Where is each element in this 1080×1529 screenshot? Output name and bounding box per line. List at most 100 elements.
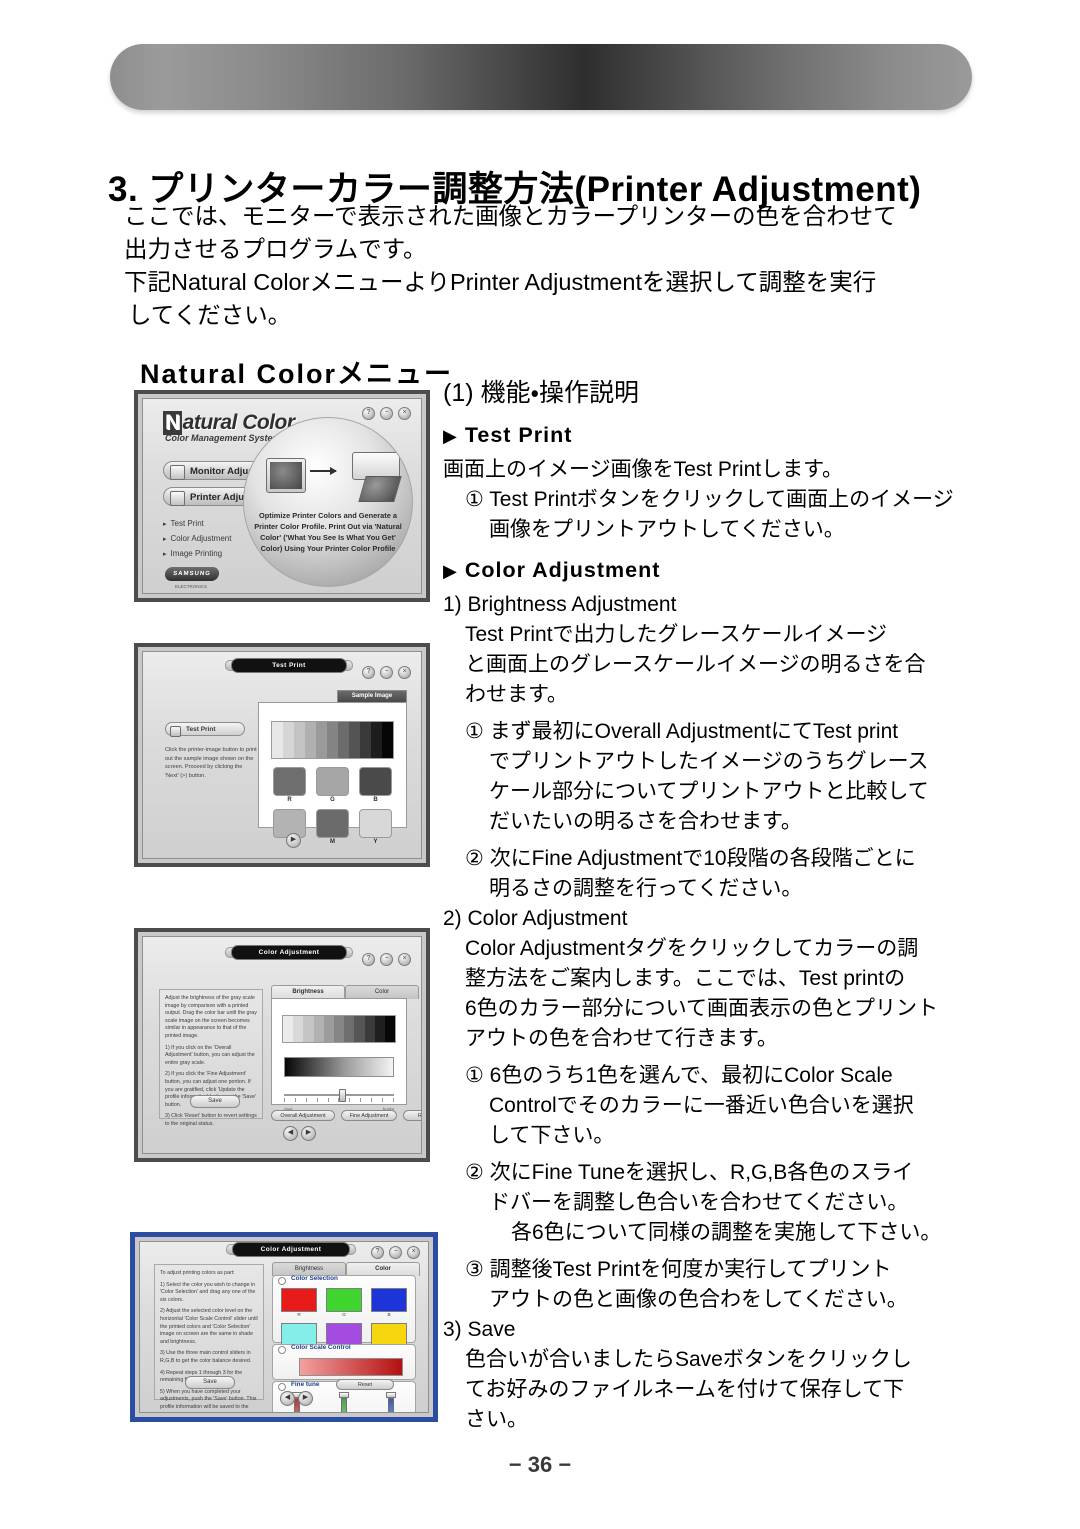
next-button[interactable]: ▶	[301, 1126, 316, 1141]
fine-adjustment-button[interactable]: Fine Adjustment	[341, 1110, 397, 1121]
swatch-b[interactable]: B	[371, 1288, 407, 1317]
color-swatch-grid[interactable]: R G B C M	[281, 1288, 407, 1352]
tab-color[interactable]: Color	[345, 985, 419, 999]
close-icon[interactable]: ×	[398, 407, 411, 420]
brand-sublabel: ELECTRONICS	[175, 584, 208, 589]
intro-line-4: してください。	[128, 302, 292, 328]
help-icon[interactable]: ?	[362, 666, 375, 679]
patch-g: G	[316, 767, 349, 803]
instruction-paragraph: To adjust printing colors as part:	[160, 1270, 235, 1276]
fine-tune-b[interactable]: B	[386, 1392, 397, 1412]
color-scale-gradient[interactable]	[299, 1358, 403, 1376]
minimize-icon[interactable]: −	[380, 953, 393, 966]
logo-word: atural Color	[182, 411, 295, 434]
brightness-line: Test Printで出力したグレースケールイメージ	[465, 623, 888, 646]
figure-test-print: Test Print ? − × Test Print Click the pr…	[134, 643, 430, 867]
brightness-line: わせます。	[465, 683, 568, 706]
figure-color-adjustment-brightness: Color Adjustment ? − × Adjust the bright…	[134, 928, 430, 1162]
close-icon[interactable]: ×	[407, 1246, 420, 1259]
triangle-icon: ▶	[443, 426, 458, 446]
triangle-icon: ▶	[443, 561, 458, 581]
minimize-icon[interactable]: −	[380, 407, 393, 420]
tab-color[interactable]: Color	[346, 1262, 420, 1276]
functions-subtitle: (1) 機能・操作説明	[443, 379, 640, 407]
brightness-heading: 1) Brightness Adjustment	[443, 593, 677, 616]
patch-b: B	[359, 767, 392, 803]
group-radio-icon[interactable]	[278, 1346, 286, 1354]
brightness-step1-line: だいたいの明るさを合わせます。	[489, 810, 802, 833]
help-icon[interactable]: ?	[362, 953, 375, 966]
bullet-color-adjustment: ▶ Color Adjustment	[443, 555, 1003, 586]
swatch-g[interactable]: G	[326, 1288, 362, 1317]
patch-label: B	[373, 797, 378, 803]
color-selection-title: Color Selection	[291, 1275, 338, 1282]
intro-paragraph: ここでは、モニターで表示された画像とカラープリンターの色を合わせて 出力させるプ…	[124, 200, 1004, 332]
tab-bar[interactable]: Brightness Color	[272, 1262, 420, 1276]
swatch-r[interactable]: R	[281, 1288, 317, 1317]
bullet-color-adjustment-label: Color Adjustment	[464, 558, 661, 582]
fine-tune-g[interactable]: G	[338, 1392, 349, 1412]
brightness-button-row[interactable]: Overall Adjustment Fine Adjustment Reset	[271, 1110, 421, 1121]
help-icon[interactable]: ?	[362, 407, 375, 420]
reset-button[interactable]: Reset	[403, 1110, 421, 1121]
menu-item-image-printing[interactable]: Image Printing	[163, 547, 231, 562]
tab-bar[interactable]: Brightness Color	[271, 985, 419, 999]
close-icon[interactable]: ×	[398, 953, 411, 966]
tab-brightness[interactable]: Brightness	[272, 1262, 346, 1276]
color-step2-line: ② 次にFine Tuneを選択し、R,G,B各色のスライ	[465, 1161, 914, 1184]
window-controls[interactable]: ? − ×	[362, 666, 411, 679]
patch-label: R	[287, 797, 292, 803]
color-adjustment-brightness-window: Color Adjustment ? − × Adjust the bright…	[142, 936, 422, 1154]
close-icon[interactable]: ×	[398, 666, 411, 679]
patch-m: M	[316, 809, 349, 845]
window-controls[interactable]: ? − ×	[362, 407, 411, 420]
color-adjustment-color-window: Color Adjustment ? − × To adjust printin…	[139, 1241, 429, 1413]
sample-image-panel: R G B C M	[258, 702, 407, 845]
minimize-icon[interactable]: −	[380, 666, 393, 679]
menu-item-test-print[interactable]: Test Print	[163, 517, 231, 532]
arrow-icon	[310, 467, 337, 475]
previous-button[interactable]: ◀	[283, 1126, 298, 1141]
next-button[interactable]: ▶	[286, 833, 301, 848]
minimize-icon[interactable]: −	[389, 1246, 402, 1259]
instruction-paragraph: 3) Click 'Reset' button to revert settin…	[165, 1113, 257, 1127]
swatch-label: G	[342, 1312, 346, 1317]
previous-button[interactable]: ◀	[280, 1391, 295, 1406]
intro-line-2: 出力させるプログラムです。	[124, 236, 427, 262]
instruction-paragraph: 1) Select the color you wish to change i…	[160, 1281, 256, 1303]
color-scale-control-title: Color Scale Control	[291, 1344, 351, 1351]
test-print-button-label: Test Print	[186, 726, 216, 733]
help-icon[interactable]: ?	[371, 1246, 384, 1259]
figure-natural-color-main: ? − × Natural Color Color Management Sys…	[134, 390, 430, 602]
color-step3-line: ③ 調整後Test Printを何度か実行してプリント	[465, 1258, 892, 1281]
intro-line-3: 下記Natural ColorメニューよりPrinter Adjustmentを…	[124, 269, 877, 295]
test-print-button[interactable]: Test Print	[165, 722, 245, 737]
color-step1-line: ① 6色のうち1色を選んで、最初にColor Scale	[465, 1064, 893, 1087]
patch-label: M	[330, 839, 335, 845]
instruction-paragraph: 3) Use the three main control sliders in…	[160, 1350, 252, 1364]
save-line: てお好みのファイルネームを付けて保存して下	[465, 1378, 905, 1401]
reset-button[interactable]: Reset	[336, 1379, 394, 1390]
save-line: 色合いが合いましたらSaveボタンをクリックし	[465, 1348, 912, 1371]
color-scale-control-group: Color Scale Control	[272, 1344, 416, 1380]
brightness-step1-line: でプリントアウトしたイメージのうちグレース	[489, 750, 929, 773]
natural-color-logo: Natural Color	[163, 411, 295, 435]
overall-adjustment-button[interactable]: Overall Adjustment	[271, 1110, 335, 1121]
save-button[interactable]: Save	[185, 1376, 235, 1389]
next-button[interactable]: ▶	[298, 1391, 313, 1406]
instruction-paragraph: 5) When you have completed your adjustme…	[160, 1388, 257, 1412]
group-radio-icon[interactable]	[278, 1277, 286, 1285]
brightness-panel: dark bright	[271, 998, 407, 1112]
window-controls[interactable]: ? − ×	[371, 1246, 420, 1259]
window-controls[interactable]: ? − ×	[362, 953, 411, 966]
logo-initial: N	[163, 411, 182, 435]
tab-brightness[interactable]: Brightness	[271, 985, 345, 999]
brightness-step2-line: 明るさの調整を行ってください。	[489, 877, 803, 900]
figure-color-adjustment-color: Color Adjustment ? − × To adjust printin…	[130, 1232, 438, 1422]
color-selection-group: Color Selection R G B C	[272, 1275, 416, 1352]
group-radio-icon[interactable]	[278, 1383, 286, 1391]
intro-line-1: ここでは、モニターで表示された画像とカラープリンターの色を合わせて	[124, 203, 897, 229]
menu-item-color-adjustment[interactable]: Color Adjustment	[163, 532, 232, 547]
save-button[interactable]: Save	[190, 1095, 240, 1108]
patch-label: G	[330, 797, 335, 803]
